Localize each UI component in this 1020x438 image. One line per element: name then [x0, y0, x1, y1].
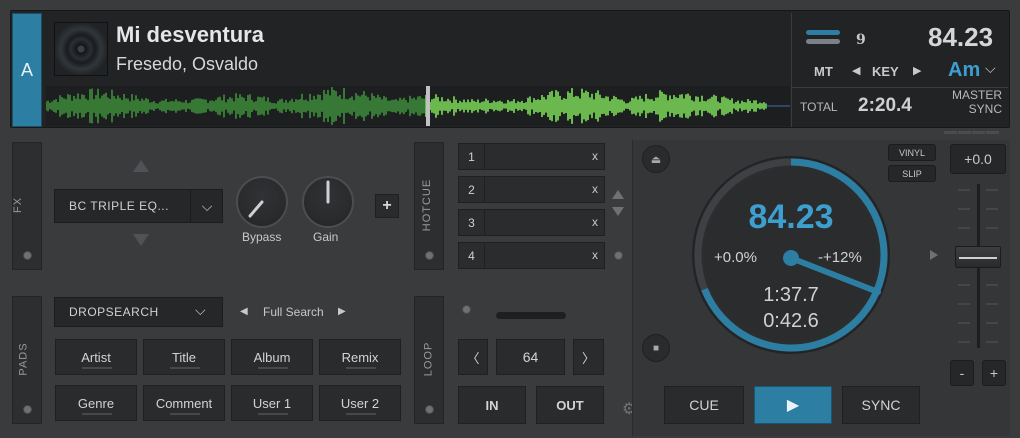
- search-mode-prev-icon[interactable]: ◀: [240, 306, 248, 317]
- remaining-time: 0:42.6: [763, 310, 819, 332]
- pad-title[interactable]: Title: [143, 339, 225, 375]
- fx-next-arrow-icon[interactable]: [133, 234, 149, 246]
- sync-label: SYNC: [968, 102, 1002, 116]
- hotcue-clear-icon[interactable]: x: [592, 182, 598, 196]
- hotcue-page-up-icon[interactable]: [612, 190, 624, 199]
- loop-side-panel[interactable]: LOOP: [414, 296, 444, 424]
- playhead-marker: [426, 86, 430, 126]
- total-time-value: 2:20.4: [858, 95, 912, 116]
- pad-user-1[interactable]: User 1: [231, 385, 313, 421]
- fx-prev-arrow-icon[interactable]: [133, 160, 149, 172]
- search-field-value: DROPSEARCH: [69, 305, 159, 319]
- hotcue-number: 3: [459, 210, 485, 235]
- pitch-slider-handle[interactable]: [955, 246, 1001, 268]
- hotcue-pad-4[interactable]: 4 x: [458, 242, 605, 269]
- add-fx-button[interactable]: +: [375, 194, 399, 218]
- bypass-label: Bypass: [242, 230, 282, 244]
- beat-counter: 9: [856, 32, 866, 48]
- waveform-graphic: [46, 86, 790, 126]
- hotcue-pad-2[interactable]: 2 x: [458, 176, 605, 203]
- pitch-minus-button[interactable]: -: [950, 360, 974, 386]
- sync-button[interactable]: SYNC: [842, 386, 920, 424]
- hotcue-clear-icon[interactable]: x: [592, 215, 598, 229]
- key-label: KEY: [872, 64, 899, 79]
- loop-size-display[interactable]: 64: [496, 339, 565, 375]
- eject-icon[interactable]: ⏏: [642, 145, 670, 173]
- pad-artist[interactable]: Artist: [55, 339, 137, 375]
- hotcue-number: 1: [459, 144, 485, 169]
- loop-out-button[interactable]: OUT: [536, 386, 604, 424]
- gain-knob[interactable]: [302, 176, 354, 228]
- total-time-label: TOTAL: [800, 100, 838, 114]
- pad-album[interactable]: Album: [231, 339, 313, 375]
- pad-remix[interactable]: Remix: [319, 339, 401, 375]
- loop-led: [425, 405, 434, 414]
- play-button[interactable]: ▶: [754, 386, 832, 424]
- master-tempo-button[interactable]: MT: [814, 64, 833, 79]
- loop-label: LOOP: [422, 341, 435, 377]
- loop-active-led: [462, 305, 471, 314]
- deck-indicator[interactable]: A: [12, 13, 42, 127]
- stop-icon[interactable]: ■: [642, 334, 670, 362]
- pads-led: [23, 405, 32, 414]
- pads-label: PADS: [17, 342, 30, 376]
- chevron-down-icon[interactable]: ⌵: [195, 302, 206, 319]
- pad-comment[interactable]: Comment: [143, 385, 225, 421]
- sync-status-icon: [806, 30, 840, 48]
- master-sync-button[interactable]: MASTER SYNC: [940, 88, 1002, 116]
- panel-expand-icon[interactable]: [930, 250, 938, 260]
- elapsed-time: 1:37.7: [763, 284, 819, 306]
- knob-indicator: [248, 200, 264, 218]
- loop-progress-bar: [496, 312, 566, 319]
- hotcue-number: 4: [459, 243, 485, 268]
- fx-select-value: BC TRIPLE EQ...: [69, 199, 169, 213]
- hotcue-pad-1[interactable]: 1 x: [458, 143, 605, 170]
- bpm-display[interactable]: 84.23: [928, 22, 993, 53]
- slip-mode-button[interactable]: SLIP: [888, 165, 936, 182]
- album-cover: [54, 22, 108, 76]
- master-label: MASTER: [951, 88, 1002, 102]
- key-up-icon[interactable]: ▶: [913, 64, 921, 77]
- search-mode-next-icon[interactable]: ▶: [338, 306, 346, 317]
- vinyl-mode-button[interactable]: VINYL: [888, 144, 936, 161]
- hotcue-number: 2: [459, 177, 485, 202]
- master-sync-indicator: [944, 121, 1000, 139]
- hotcue-label: HOTCUE: [421, 178, 434, 232]
- key-down-icon[interactable]: ◀: [852, 64, 860, 77]
- hotcue-led: [425, 251, 434, 260]
- loop-halve-button[interactable]: 〈: [458, 339, 488, 375]
- key-value[interactable]: Am: [948, 59, 980, 82]
- bypass-knob[interactable]: [236, 176, 288, 228]
- search-mode-label: Full Search: [263, 305, 324, 319]
- knob-indicator: [326, 180, 330, 204]
- track-title: Mi desventura: [116, 22, 264, 47]
- hotcue-page-down-icon[interactable]: [612, 207, 624, 216]
- waveform-overview[interactable]: [46, 86, 790, 126]
- fx-led: [23, 251, 32, 260]
- pad-genre[interactable]: Genre: [55, 385, 137, 421]
- pad-user-2[interactable]: User 2: [319, 385, 401, 421]
- hotcue-clear-icon[interactable]: x: [592, 149, 598, 163]
- hotcue-pad-3[interactable]: 3 x: [458, 209, 605, 236]
- hotcue-clear-icon[interactable]: x: [592, 248, 598, 262]
- pads-side-panel[interactable]: PADS: [12, 296, 42, 424]
- hotcue-page-led: [614, 251, 623, 260]
- pitch-range: -+12%: [818, 249, 862, 266]
- hotcue-side-panel[interactable]: HOTCUE: [414, 142, 444, 270]
- fx-side-panel[interactable]: FX: [12, 142, 42, 270]
- pitch-value-display[interactable]: +0.0: [950, 144, 1006, 174]
- chevron-down-icon[interactable]: ⌵: [190, 189, 223, 223]
- loop-in-button[interactable]: IN: [458, 386, 526, 424]
- pitch-percent: +0.0%: [714, 249, 757, 266]
- gain-label: Gain: [313, 230, 339, 244]
- chevron-down-icon[interactable]: ⌵: [985, 60, 996, 77]
- track-artist: Fresedo, Osvaldo: [116, 54, 259, 74]
- platter-bpm: 84.23: [748, 198, 834, 236]
- fx-label: FX: [12, 196, 25, 214]
- loop-double-button[interactable]: 〉: [573, 339, 604, 375]
- pitch-plus-button[interactable]: +: [982, 360, 1006, 386]
- cue-button[interactable]: CUE: [664, 386, 744, 424]
